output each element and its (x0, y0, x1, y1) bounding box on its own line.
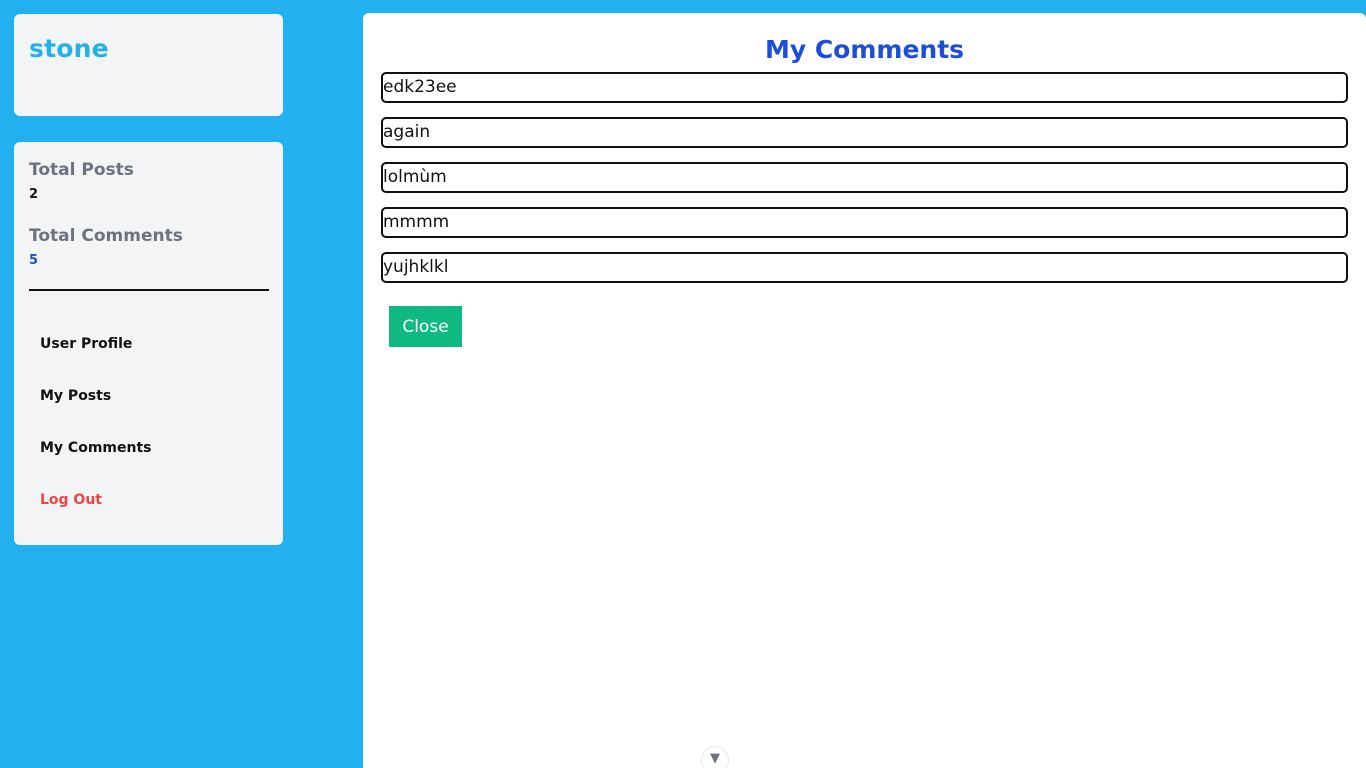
total-posts-value: 2 (29, 187, 39, 202)
close-button[interactable]: Close (389, 306, 462, 347)
comment-item: lolmùm (381, 162, 1348, 193)
comment-text: edk23ee (383, 77, 457, 97)
divider (29, 289, 269, 291)
comment-item: again (381, 117, 1348, 148)
comment-text: again (383, 122, 431, 142)
total-comments-value: 5 (29, 253, 39, 268)
nav-my-posts[interactable]: My Posts (40, 388, 111, 404)
chevron-down-icon[interactable]: ▼ (701, 746, 729, 768)
username: stone (29, 34, 109, 63)
comment-text: mmmm (383, 212, 450, 232)
nav-my-comments[interactable]: My Comments (40, 440, 152, 456)
comment-text: lolmùm (383, 167, 447, 187)
page-title: My Comments (764, 35, 965, 64)
comment-item: edk23ee (381, 72, 1348, 103)
comments-panel: My Comments edk23ee again lolmùm mmmm yu… (363, 13, 1366, 768)
total-posts-label: Total Posts (29, 160, 134, 180)
user-card: stone (14, 14, 283, 116)
total-comments-label: Total Comments (29, 226, 183, 246)
comment-item: mmmm (381, 207, 1348, 238)
stats-card: Total Posts 2 Total Comments 5 User Prof… (14, 142, 283, 545)
comment-text: yujhklkl (383, 257, 449, 277)
comment-item: yujhklkl (381, 252, 1348, 283)
nav-log-out[interactable]: Log Out (40, 492, 102, 508)
nav-user-profile[interactable]: User Profile (40, 336, 132, 352)
